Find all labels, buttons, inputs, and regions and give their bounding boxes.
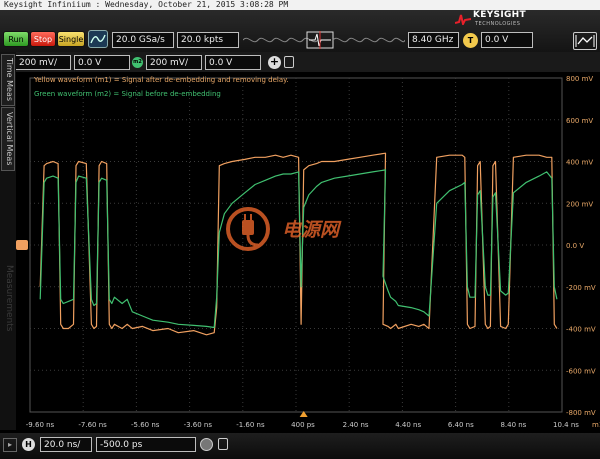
tab-vertical-meas[interactable]: Vertical Meas [1, 107, 15, 171]
x-tick-label: -7.60 ns [78, 421, 107, 429]
waveform-icon [90, 34, 106, 44]
menu-toggle-button[interactable]: ▸ [3, 438, 17, 452]
plug-logo-icon [226, 207, 270, 251]
timebase-menu-icon[interactable] [218, 438, 228, 450]
single-button[interactable]: Single [57, 31, 85, 47]
x-tick-label: 6.40 ns [448, 421, 474, 429]
watermark-text: 电源网 [282, 219, 340, 241]
legend-yellow: Yellow waveform (m1) = Signal after de-e… [34, 76, 289, 84]
expand-arrows-icon [575, 35, 595, 47]
y-tick-label: 600 mV [566, 117, 593, 125]
x-tick-label: 8.40 ns [500, 421, 526, 429]
auto-scale-button[interactable] [88, 30, 108, 48]
stop-button[interactable]: Stop [30, 31, 56, 47]
measurements-tab-label[interactable]: Measurements [2, 265, 14, 375]
ground-level-marker [16, 240, 28, 250]
m2-offset-field[interactable]: 0.0 V [205, 55, 261, 70]
brand-logo: KEYSIGHT TECHNOLOGIES [454, 10, 526, 29]
add-channel-button[interactable]: + [268, 56, 281, 69]
time-scale-field[interactable]: 20.0 ns/ [40, 437, 92, 452]
brand-subtitle: TECHNOLOGIES [475, 21, 521, 27]
sample-rate-field[interactable]: 20.0 GSa/s [112, 32, 174, 48]
brand-name: KEYSIGHT [473, 10, 526, 20]
trigger-level-field[interactable]: 0.0 V [481, 32, 533, 48]
y-tick-label: -800 mV [566, 409, 596, 417]
y-tick-label: 400 mV [566, 159, 593, 167]
y-tick-label: -400 mV [566, 326, 596, 334]
bandwidth-field[interactable]: 8.40 GHz [408, 32, 459, 48]
x-tick-label: 4.40 ns [395, 421, 421, 429]
run-button[interactable]: Run [3, 31, 29, 47]
legend-green: Green waveform (m2) = Signal before de-e… [34, 90, 221, 98]
fullscreen-button[interactable] [573, 32, 597, 50]
y-tick-label: 200 mV [566, 200, 593, 208]
m2-badge[interactable]: m2 [132, 57, 143, 68]
y-tick-label: -600 mV [566, 367, 596, 375]
m2-scale-field[interactable]: 200 mV/ [146, 55, 202, 70]
x-unit-label: m1 [592, 421, 600, 429]
y-tick-label: 0.0 V [566, 242, 584, 250]
x-tick-label: 2.40 ns [343, 421, 369, 429]
m1-offset-field[interactable]: 0.0 V [74, 55, 130, 70]
time-position-field[interactable]: -500.0 ps [96, 437, 196, 452]
acquisition-overview-strip[interactable] [243, 30, 405, 50]
window-title: Keysight Infiniium : Wednesday, October … [0, 0, 600, 10]
x-tick-label: -3.60 ns [184, 421, 213, 429]
y-tick-label: 800 mV [566, 75, 593, 83]
watermark: 电源网 [224, 205, 344, 253]
x-tick-label: 400 ps [291, 421, 315, 429]
trigger-badge: T [463, 33, 478, 48]
x-tick-label: -5.60 ns [131, 421, 160, 429]
y-tick-label: -200 mV [566, 284, 596, 292]
horizontal-badge[interactable]: H [22, 438, 35, 451]
x-tick-label: -9.60 ns [26, 421, 55, 429]
zoom-knob-icon[interactable] [200, 438, 213, 451]
x-tick-label: -1.60 ns [236, 421, 265, 429]
x-tick-label: 10.4 ns [553, 421, 579, 429]
m1-scale-field[interactable]: 200 mV/ [15, 55, 71, 70]
channel-menu-icon[interactable] [284, 56, 294, 68]
keysight-wave-icon [454, 14, 472, 27]
memory-depth-field[interactable]: 20.0 kpts [177, 32, 239, 48]
tab-time-meas[interactable]: Time Meas [1, 54, 15, 106]
